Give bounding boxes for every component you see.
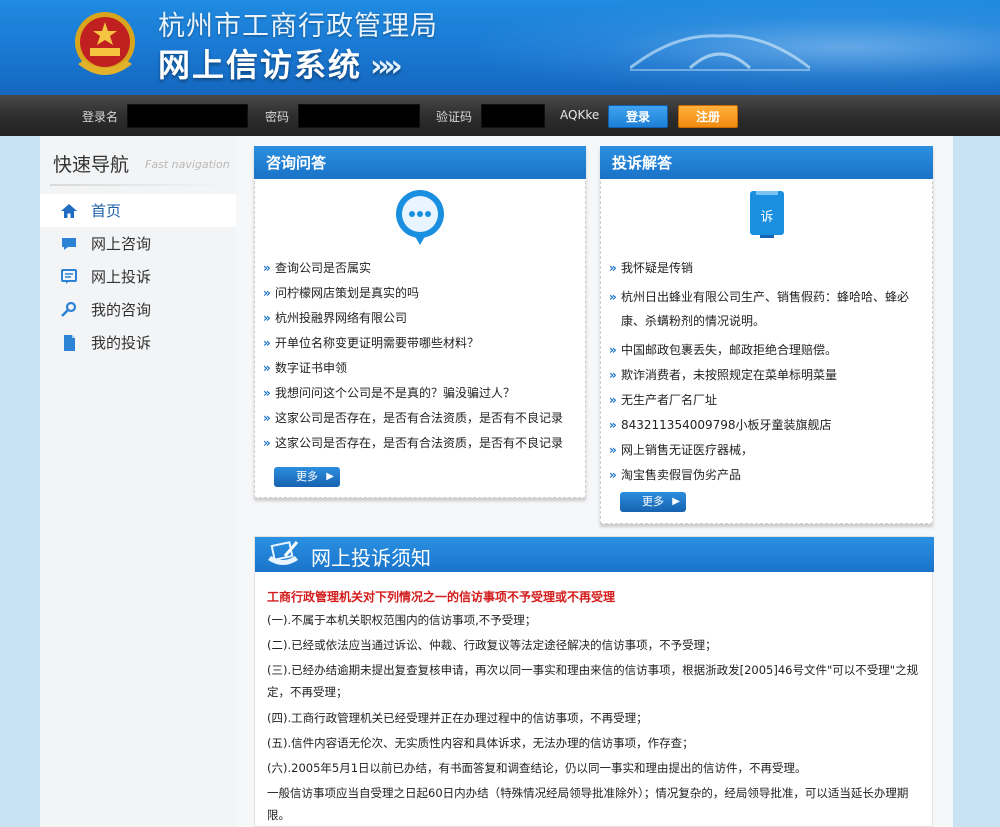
consult-list: 查询公司是否属实 问柠檬网店策划是真实的吗 杭州投融界网络有限公司 开单位名称变… xyxy=(263,260,577,460)
login-bar: 登录名 密码 验证码 AQKke 登录 注册 xyxy=(0,95,1000,136)
complaint-panel: 投诉解答 诉 我怀疑是传销 杭州日出蜂业有限公司生产、销售假药：蜂哈哈、蜂必康、… xyxy=(600,146,933,524)
consult-panel: 咨询问答 查询公司是否属实 问柠檬网店策划是真实的吗 杭州投融界网络有限公司 开… xyxy=(254,146,586,498)
notice-paragraph: 一般信访事项应当自受理之日起60日内办结（特殊情况经局领导批准除外）；情况复杂的… xyxy=(267,786,909,822)
complaint-icon-char: 诉 xyxy=(760,210,773,225)
sidebar: 快速导航 Fast navigation 首页 网上咨询 网上投诉 我的咨询 我… xyxy=(40,136,236,827)
list-item[interactable]: 淘宝售卖假冒伪劣产品 xyxy=(609,467,924,483)
list-item[interactable]: 我怀疑是传销 xyxy=(609,260,924,276)
document-icon xyxy=(64,334,75,351)
system-title-text: 网上信访系统 xyxy=(158,46,363,84)
sidebar-item-online-complaint[interactable]: 网上投诉 xyxy=(40,260,236,293)
register-button[interactable]: 注册 xyxy=(678,105,738,128)
sidebar-divider xyxy=(50,184,226,186)
chat-bubble-icon xyxy=(62,237,76,250)
complaint-list: 我怀疑是传销 杭州日出蜂业有限公司生产、销售假药：蜂哈哈、蜂必康、杀螨粉剂的情况… xyxy=(609,260,924,492)
sidebar-item-my-consult[interactable]: 我的咨询 xyxy=(40,293,236,326)
consult-more-button[interactable]: 更多 ▶ xyxy=(274,467,340,487)
captcha-label: 验证码 xyxy=(436,110,473,124)
notice-paragraph: (四).工商行政管理机关已经受理并正在办理过程中的信访事项，不再受理； xyxy=(267,711,648,725)
list-item[interactable]: 中国邮政包裹丢失，邮政拒绝合理赔偿。 xyxy=(609,342,924,358)
username-label: 登录名 xyxy=(82,110,119,124)
sidebar-item-online-consult[interactable]: 网上咨询 xyxy=(40,227,236,260)
password-label: 密码 xyxy=(265,110,290,124)
list-item[interactable]: 杭州日出蜂业有限公司生产、销售假药：蜂哈哈、蜂必康、杀螨粉剂的情况说明。 xyxy=(609,285,924,333)
sidebar-title: 快速导航 xyxy=(53,154,130,176)
list-item[interactable]: 数字证书申领 xyxy=(263,360,577,376)
notice-title: 网上投诉须知 xyxy=(311,546,431,570)
list-item[interactable]: 欺诈消费者，未按照规定在菜单标明菜量 xyxy=(609,367,924,383)
list-item[interactable]: 843211354009798小板牙童装旗舰店 xyxy=(609,417,924,433)
complaint-card-icon: 诉 xyxy=(749,191,784,238)
sidebar-subtitle: Fast navigation xyxy=(145,158,230,171)
complaint-panel-title: 投诉解答 xyxy=(600,146,933,179)
username-input[interactable] xyxy=(127,104,248,128)
speech-bubble-icon xyxy=(396,190,444,245)
sidebar-item-label: 我的咨询 xyxy=(91,301,152,319)
list-item[interactable]: 问柠檬网店策划是真实的吗 xyxy=(263,285,577,301)
comment-box-icon xyxy=(61,268,77,284)
password-input[interactable] xyxy=(298,104,420,128)
list-item[interactable]: 查询公司是否属实 xyxy=(263,260,577,276)
more-label: 更多 xyxy=(296,470,318,483)
national-emblem-icon xyxy=(75,12,135,75)
consult-panel-title: 咨询问答 xyxy=(254,146,586,179)
list-item[interactable]: 网上销售无证医疗器械， xyxy=(609,442,924,458)
bridge-decoration xyxy=(630,34,810,71)
sidebar-item-home[interactable]: 首页 xyxy=(40,194,236,227)
sidebar-item-label: 网上投诉 xyxy=(91,268,152,286)
system-title: 网上信访系统»» xyxy=(158,40,403,86)
notice-heading: 工商行政管理机关对下列情况之一的信访事项不予受理或不再受理 xyxy=(267,590,616,604)
more-label: 更多 xyxy=(642,495,664,508)
notice-paragraph: (五).信件内容语无伦次、无实质性内容和具体诉求，无法办理的信访事项，作存查； xyxy=(267,736,694,750)
list-item[interactable]: 无生产者厂名厂址 xyxy=(609,392,924,408)
chevron-right-icon: ▶ xyxy=(326,471,334,482)
captcha-code[interactable]: AQKke xyxy=(560,108,599,122)
complaint-notice-section: 网上投诉须知 工商行政管理机关对下列情况之一的信访事项不予受理或不再受理 (一)… xyxy=(254,536,934,827)
list-item[interactable]: 杭州投融界网络有限公司 xyxy=(263,310,577,326)
site-header: 杭州市工商行政管理局 网上信访系统»» xyxy=(0,0,1000,95)
notice-paragraph: (一).不属于本机关职权范围内的信访事项,不予受理； xyxy=(267,613,537,627)
notice-paragraph: (二).已经或依法应当通过诉讼、仲裁、行政复议等法定途径解决的信访事项，不予受理… xyxy=(267,638,717,652)
sidebar-item-label: 首页 xyxy=(91,202,122,220)
list-item[interactable]: 这家公司是否存在，是否有合法资质，是否有不良记录 xyxy=(263,410,577,426)
sidebar-item-label: 网上咨询 xyxy=(91,235,152,253)
org-title: 杭州市工商行政管理局 xyxy=(158,11,438,42)
pen-paper-icon xyxy=(268,541,299,565)
complaint-more-button[interactable]: 更多 ▶ xyxy=(620,492,686,512)
notice-paragraph: (六).2005年5月1日以前已办结，有书面答复和调查结论，仍以同一事实和理由提… xyxy=(267,761,807,775)
double-arrow-icon: »» xyxy=(370,49,403,84)
list-item[interactable]: 我想问问这个公司是不是真的？骗没骗过人？ xyxy=(263,385,577,401)
login-button[interactable]: 登录 xyxy=(608,105,668,128)
chevron-right-icon: ▶ xyxy=(672,496,680,507)
search-key-icon xyxy=(61,301,77,317)
home-icon xyxy=(61,203,77,218)
list-item[interactable]: 开单位名称变更证明需要带哪些材料？ xyxy=(263,335,577,351)
notice-header: 网上投诉须知 xyxy=(255,537,934,572)
notice-paragraph: (三).已经办结逾期未提出复查复核申请，再次以同一事实和理由来信的信访事项，根据… xyxy=(267,663,919,699)
main-wrapper: 快速导航 Fast navigation 首页 网上咨询 网上投诉 我的咨询 我… xyxy=(40,136,953,827)
captcha-input[interactable] xyxy=(481,104,545,128)
sidebar-item-label: 我的投诉 xyxy=(91,334,152,352)
sidebar-item-my-complaint[interactable]: 我的投诉 xyxy=(40,326,236,359)
list-item[interactable]: 这家公司是否存在，是否有合法资质，是否有不良记录 xyxy=(263,435,577,451)
